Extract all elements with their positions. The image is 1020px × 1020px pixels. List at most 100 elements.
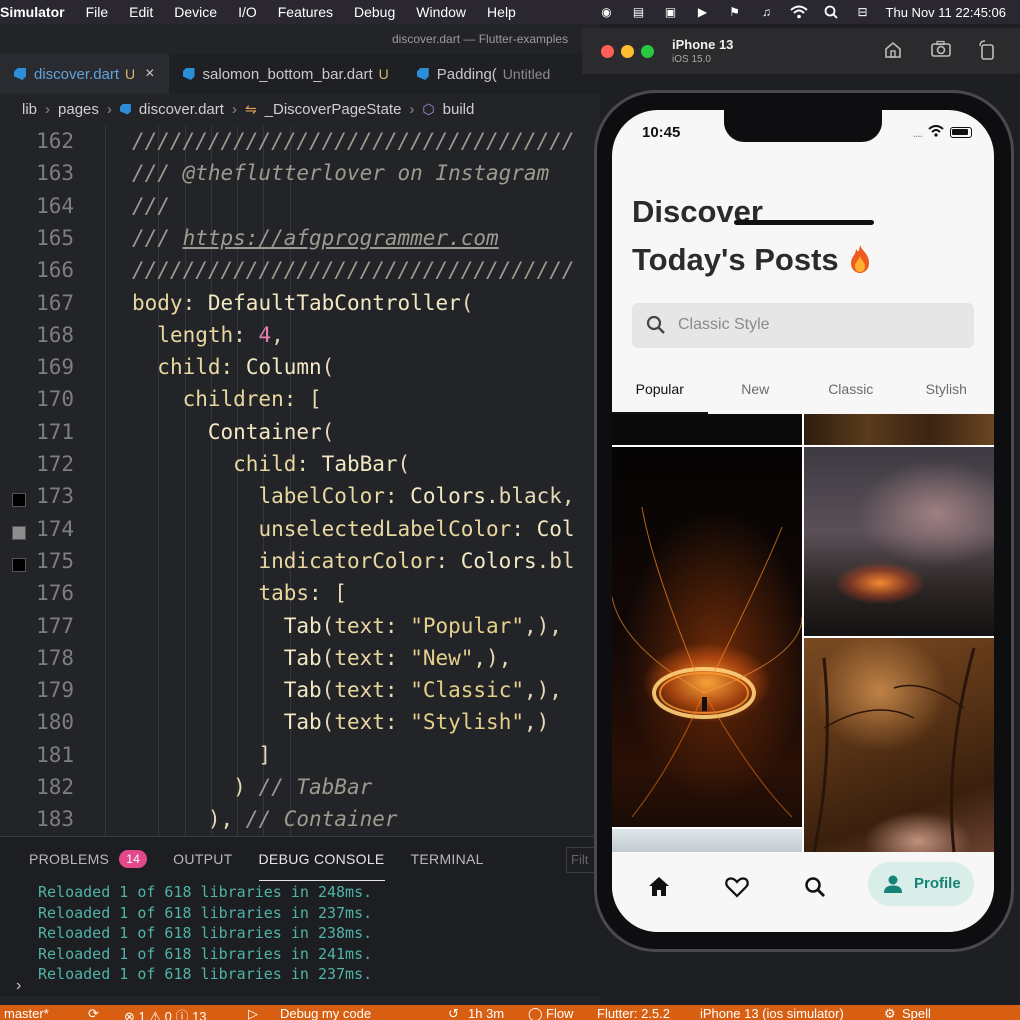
menu-app-name[interactable]: Simulator [0,4,65,20]
play-icon[interactable]: ▶ [694,5,712,19]
editor-tab-discover[interactable]: discover.dart U × [0,54,169,94]
code-line[interactable]: 165 /// https://afgprogrammer.com [0,226,600,258]
code-line[interactable]: 179 Tab(text: "Classic",), [0,678,600,710]
code-line[interactable]: 171 Container( [0,420,600,452]
screenshot-icon[interactable] [930,40,952,62]
code-line[interactable]: 177 Tab(text: "Popular",), [0,614,600,646]
console-prompt[interactable]: › [16,977,21,995]
code-line[interactable]: 174 unselectedLabelColor: Col [0,517,600,549]
breadcrumb-class[interactable]: _DiscoverPageState [265,101,402,118]
menu-features[interactable]: Features [278,4,333,20]
code-line[interactable]: 181 ] [0,743,600,775]
menu-file[interactable]: File [86,4,109,20]
code-line[interactable]: 162 /////////////////////////////////// [0,129,600,161]
menu-help[interactable]: Help [487,4,516,20]
git-branch[interactable]: master* [4,1006,49,1020]
code-line[interactable]: 172 child: TabBar( [0,452,600,484]
home-button-icon[interactable] [882,40,904,62]
post-image[interactable] [804,638,994,852]
breadcrumb-lib[interactable]: lib [22,101,37,118]
tab-popular[interactable]: Popular [612,372,708,414]
code-line[interactable]: 176 tabs: [ [0,581,600,613]
tab-terminal[interactable]: TERMINAL [411,837,484,881]
menu-clock[interactable]: Thu Nov 11 22:45:06 [886,5,1006,20]
code-line[interactable]: 183 ), // Container [0,807,600,836]
minimize-window-button[interactable] [621,45,634,58]
post-image[interactable] [612,447,802,827]
search-field[interactable]: Classic Style [632,303,974,348]
post-image[interactable] [612,414,802,445]
code-text: unselectedLabelColor: Col [258,516,575,541]
screen-record-icon[interactable]: ◉ [598,5,616,19]
code-line[interactable]: 168 length: 4, [0,323,600,355]
home-icon[interactable] [646,874,672,900]
line-number: 177 [36,613,74,638]
search-icon[interactable] [802,874,828,900]
tab-output[interactable]: OUTPUT [173,837,232,881]
debug-status[interactable]: Debug my code [280,1006,371,1020]
close-window-button[interactable] [601,45,614,58]
target-device[interactable]: iPhone 13 (ios simulator) [700,1006,844,1020]
post-image[interactable] [804,447,994,636]
tab-new[interactable]: New [708,372,804,414]
menu-device[interactable]: Device [174,4,217,20]
search-icon[interactable] [822,5,840,19]
debug-icon[interactable]: ▷ [248,1006,258,1020]
breadcrumb-file[interactable]: discover.dart [139,101,224,118]
code-line[interactable]: 163 /// @theflutterlover on Instagram [0,161,600,193]
editor-tab-salomon[interactable]: salomon_bottom_bar.dart U [169,54,403,94]
code-line[interactable]: 166 /////////////////////////////////// [0,258,600,290]
spell-checker[interactable]: Spell [902,1006,931,1020]
menu-debug[interactable]: Debug [354,4,395,20]
home-indicator[interactable] [734,220,874,225]
tab-stylish[interactable]: Stylish [899,372,995,414]
code-line[interactable]: 170 children: [ [0,387,600,419]
flag-icon[interactable]: ⚑ [726,5,744,19]
tab-problems[interactable]: PROBLEMS 14 [29,837,148,881]
code-line[interactable]: 178 Tab(text: "New",), [0,646,600,678]
line-number: 162 [36,129,74,153]
zoom-window-button[interactable] [641,45,654,58]
post-image[interactable] [804,414,994,445]
code-line[interactable]: 180 Tab(text: "Stylish",) [0,710,600,742]
profile-nav-button[interactable]: Profile [868,862,974,906]
code-line[interactable]: 164 /// [0,194,600,226]
line-number: 168 [36,322,74,347]
heart-icon[interactable] [724,874,750,900]
window-icon[interactable]: ▣ [662,5,680,19]
flutter-version[interactable]: Flutter: 2.5.2 [597,1006,670,1020]
control-center-icon[interactable]: ⊟ [854,5,872,19]
post-image[interactable] [612,829,802,852]
sync-icon[interactable]: ⟳ [88,1006,99,1020]
profile-label: Profile [914,875,961,892]
code-line[interactable]: 169 child: Column( [0,355,600,387]
menu-io[interactable]: I/O [238,4,257,20]
flow-status[interactable]: Flow [546,1006,573,1020]
tab-debug-console[interactable]: DEBUG CONSOLE [258,837,385,881]
line-number: 166 [36,258,74,283]
code-area[interactable]: 162///////////////////////////////////16… [0,126,600,836]
line-number: 180 [36,710,74,735]
editor-tab-label: Padding( [436,65,497,83]
code-line[interactable]: 173 labelColor: Colors.black, [0,484,600,516]
session-time[interactable]: 1h 3m [468,1006,504,1020]
editor-tab-padding[interactable]: Padding( Untitled [403,54,565,94]
code-line[interactable]: 182 ) // TabBar [0,775,600,807]
line-number: 170 [36,387,74,412]
wifi-icon[interactable] [789,5,808,19]
code-line[interactable]: 175 indicatorColor: Colors.bl [0,549,600,581]
line-number: 183 [36,807,74,832]
close-icon[interactable]: × [145,65,154,83]
tab-classic[interactable]: Classic [803,372,899,414]
code-line[interactable]: 167 body: DefaultTabController( [0,291,600,323]
rotate-icon[interactable] [976,40,998,62]
menu-edit[interactable]: Edit [129,4,153,20]
breadcrumb-pages[interactable]: pages [58,101,99,118]
menu-window[interactable]: Window [416,4,466,20]
breadcrumb-method[interactable]: build [443,101,475,118]
problems-summary[interactable]: ⊗ 1 ⚠ 0 ⓘ 13 [124,1006,207,1020]
airpods-icon[interactable]: ♫ [758,5,776,19]
posts-grid[interactable] [612,414,994,852]
breadcrumb: lib › pages › discover.dart › ⇋ _Discove… [0,94,600,124]
calendar-icon[interactable]: ▤ [630,5,648,19]
